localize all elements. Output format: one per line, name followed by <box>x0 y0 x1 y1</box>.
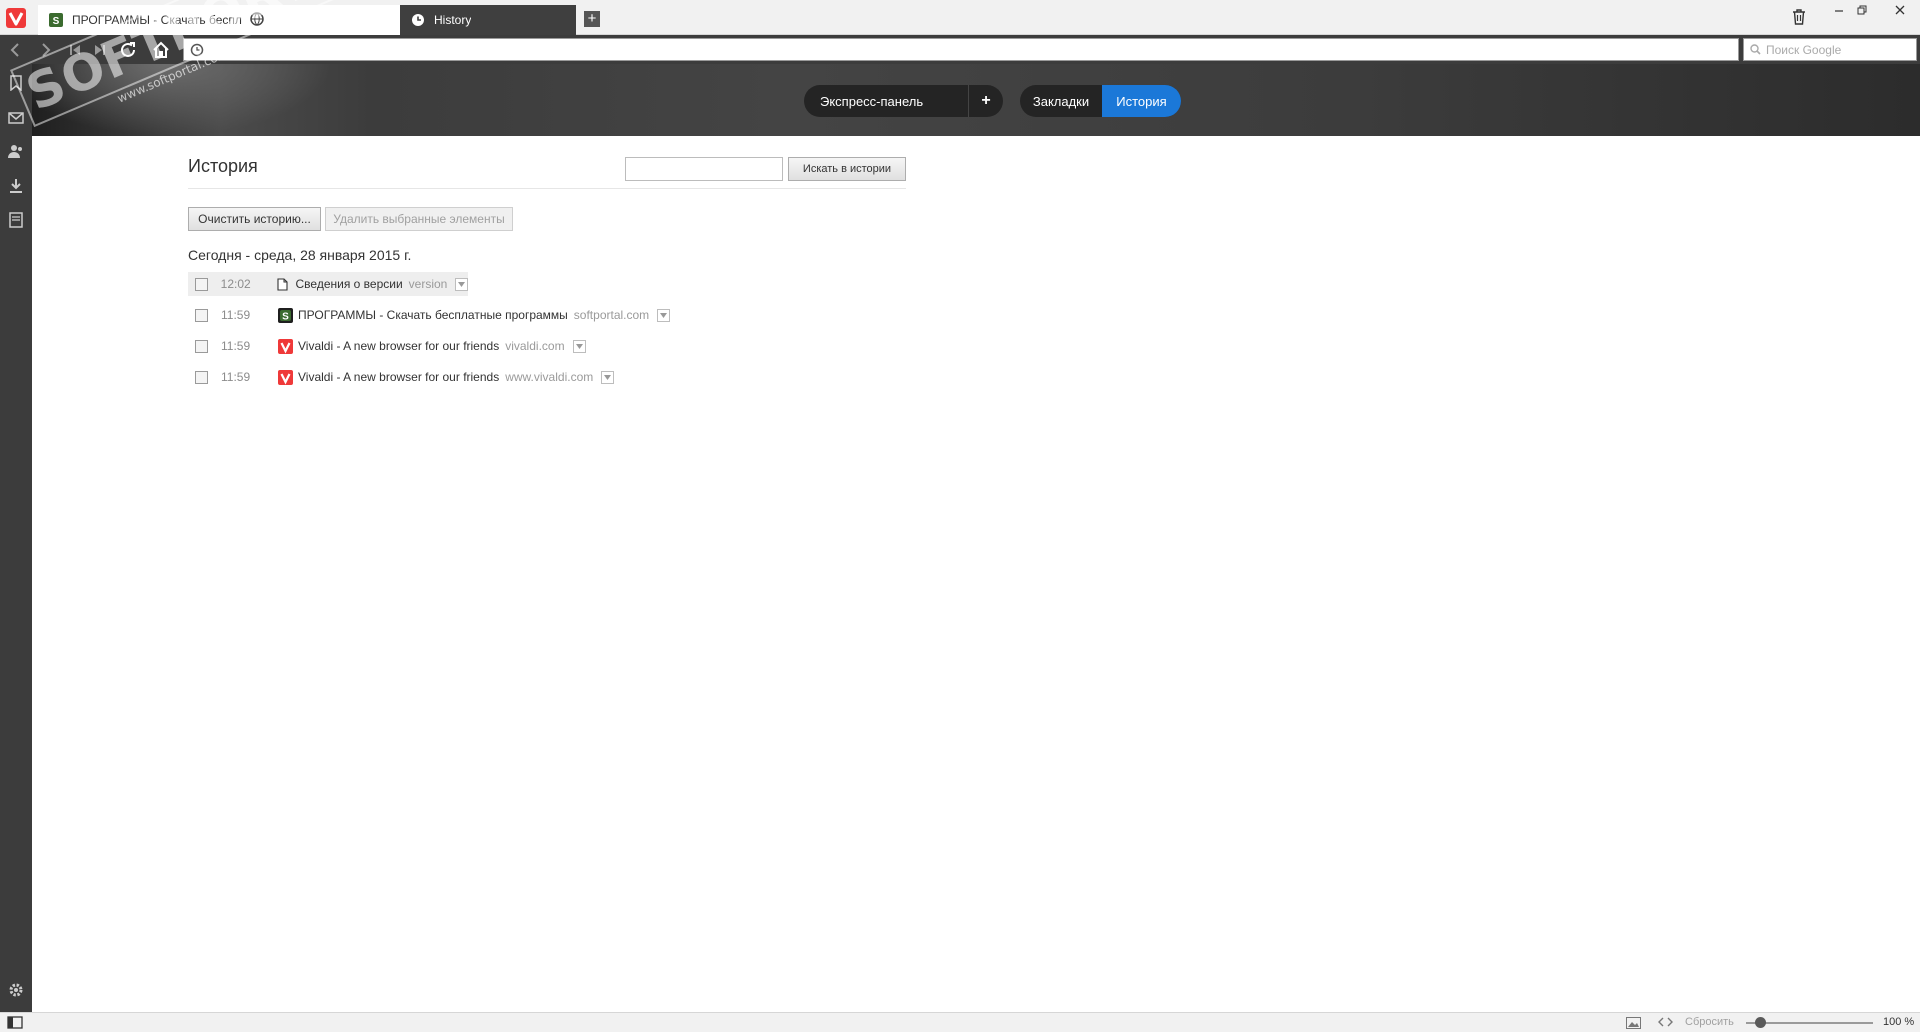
history-entry[interactable]: 11:59 Vivaldi - A new browser for our fr… <box>188 334 586 358</box>
entry-checkbox[interactable] <box>195 339 208 353</box>
entry-time: 11:59 <box>221 370 251 384</box>
entry-domain: version <box>408 277 448 291</box>
history-entry[interactable]: 11:59 Vivaldi - A new browser for our fr… <box>188 365 615 389</box>
history-entry[interactable]: 12:02 Сведения о версии version <box>188 272 469 296</box>
entry-menu-button[interactable] <box>657 308 671 322</box>
vivaldi-logo-icon <box>6 7 26 28</box>
mail-panel-button[interactable] <box>6 108 26 128</box>
history-search-input[interactable] <box>625 157 783 181</box>
clock-icon <box>410 12 426 28</box>
notes-icon <box>9 212 23 228</box>
settings-button[interactable] <box>6 980 26 1000</box>
history-search-button[interactable]: Искать в истории <box>788 157 906 181</box>
close-window-button[interactable] <box>1889 2 1911 20</box>
entry-title[interactable]: Vivaldi - A new browser for our friends <box>298 370 499 384</box>
clear-history-button[interactable]: Очистить историю... <box>188 207 321 231</box>
zoom-reset-button[interactable]: Сбросить <box>1685 1016 1734 1028</box>
tab-history[interactable]: History <box>400 5 576 35</box>
date-heading: Сегодня - среда, 28 января 2015 г. <box>188 247 412 263</box>
entry-menu-button[interactable] <box>455 277 469 291</box>
contacts-icon <box>8 145 22 158</box>
notes-panel-button[interactable] <box>6 210 26 230</box>
softportal-s-icon: S <box>48 12 64 28</box>
side-panel <box>0 64 32 1012</box>
page-actions-button[interactable] <box>1658 1016 1673 1031</box>
url-input[interactable] <box>183 38 1739 61</box>
history-tab[interactable]: История <box>1102 85 1181 117</box>
page-title: История <box>188 156 258 176</box>
bookmarks-tab[interactable]: Закладки <box>1020 94 1102 109</box>
add-speed-dial-button[interactable]: + <box>968 85 1003 117</box>
restore-icon <box>1857 5 1867 15</box>
search-input[interactable]: Поиск Google <box>1743 38 1917 61</box>
entry-time: 11:59 <box>221 308 251 322</box>
history-entry[interactable]: 11:59 S ПРОГРАММЫ - Скачать бесплатные п… <box>188 303 671 327</box>
page-icon <box>275 276 291 292</box>
chevron-down-icon <box>575 343 583 349</box>
tab-title: History <box>434 13 472 27</box>
back-button[interactable] <box>4 39 26 61</box>
entry-domain: www.vivaldi.com <box>505 370 594 384</box>
panel-toggle-button[interactable] <box>7 1016 23 1032</box>
zoom-level: 100 % <box>1883 1016 1915 1028</box>
entry-checkbox[interactable] <box>195 277 208 291</box>
start-page-tabs: Закладки История <box>1020 85 1181 117</box>
chevron-down-icon <box>604 374 612 380</box>
mail-icon <box>8 112 24 124</box>
speed-dial-group: Экспресс-панель + <box>804 85 1003 117</box>
entry-checkbox[interactable] <box>195 308 208 322</box>
entry-menu-button[interactable] <box>572 339 586 353</box>
search-icon <box>1750 44 1761 55</box>
entry-checkbox[interactable] <box>195 370 208 384</box>
trash-icon[interactable] <box>1792 9 1806 30</box>
back-arrow-icon <box>10 43 19 57</box>
zoom-slider-handle[interactable] <box>1755 1017 1766 1028</box>
vivaldi-icon <box>277 338 293 354</box>
status-bar: Сбросить 100 % <box>0 1012 1920 1032</box>
search-placeholder: Поиск Google <box>1766 42 1842 57</box>
divider <box>188 188 906 189</box>
restore-button[interactable] <box>1851 2 1873 20</box>
chevron-down-icon <box>660 312 668 318</box>
delete-selected-button[interactable]: Удалить выбранные элементы <box>325 207 513 231</box>
contacts-panel-button[interactable] <box>6 141 26 161</box>
image-icon <box>1626 1017 1641 1029</box>
downloads-panel-button[interactable] <box>6 176 26 196</box>
start-page-header: Экспресс-панель + Закладки История <box>32 64 1920 136</box>
gear-icon <box>9 983 23 997</box>
image-toggle-button[interactable] <box>1626 1017 1641 1032</box>
entry-time: 11:59 <box>221 339 251 353</box>
minimize-icon <box>1835 10 1843 12</box>
download-icon <box>10 179 22 193</box>
close-icon <box>1895 5 1905 15</box>
entry-menu-button[interactable] <box>601 370 615 384</box>
entry-time: 12:02 <box>220 277 251 291</box>
entry-domain: softportal.com <box>573 308 650 322</box>
vivaldi-menu-button[interactable] <box>0 0 32 35</box>
chevron-down-icon <box>458 281 466 287</box>
entry-domain: vivaldi.com <box>505 339 565 353</box>
panel-toggle-icon <box>7 1016 23 1029</box>
address-bar: Поиск Google <box>0 35 1920 64</box>
svg-text:S: S <box>282 311 289 322</box>
entry-title[interactable]: Vivaldi - A new browser for our friends <box>298 339 499 353</box>
entry-title[interactable]: ПРОГРАММЫ - Скачать бесплатные программы <box>298 308 568 322</box>
code-icon <box>1658 1017 1673 1027</box>
new-tab-button[interactable]: + <box>584 11 600 27</box>
minimize-button[interactable] <box>1828 2 1850 20</box>
entry-title[interactable]: Сведения о версии <box>296 277 403 291</box>
vivaldi-icon <box>277 369 293 385</box>
svg-text:S: S <box>53 16 60 27</box>
softportal-icon: S <box>277 307 293 323</box>
speed-dial-button[interactable]: Экспресс-панель <box>804 94 968 109</box>
